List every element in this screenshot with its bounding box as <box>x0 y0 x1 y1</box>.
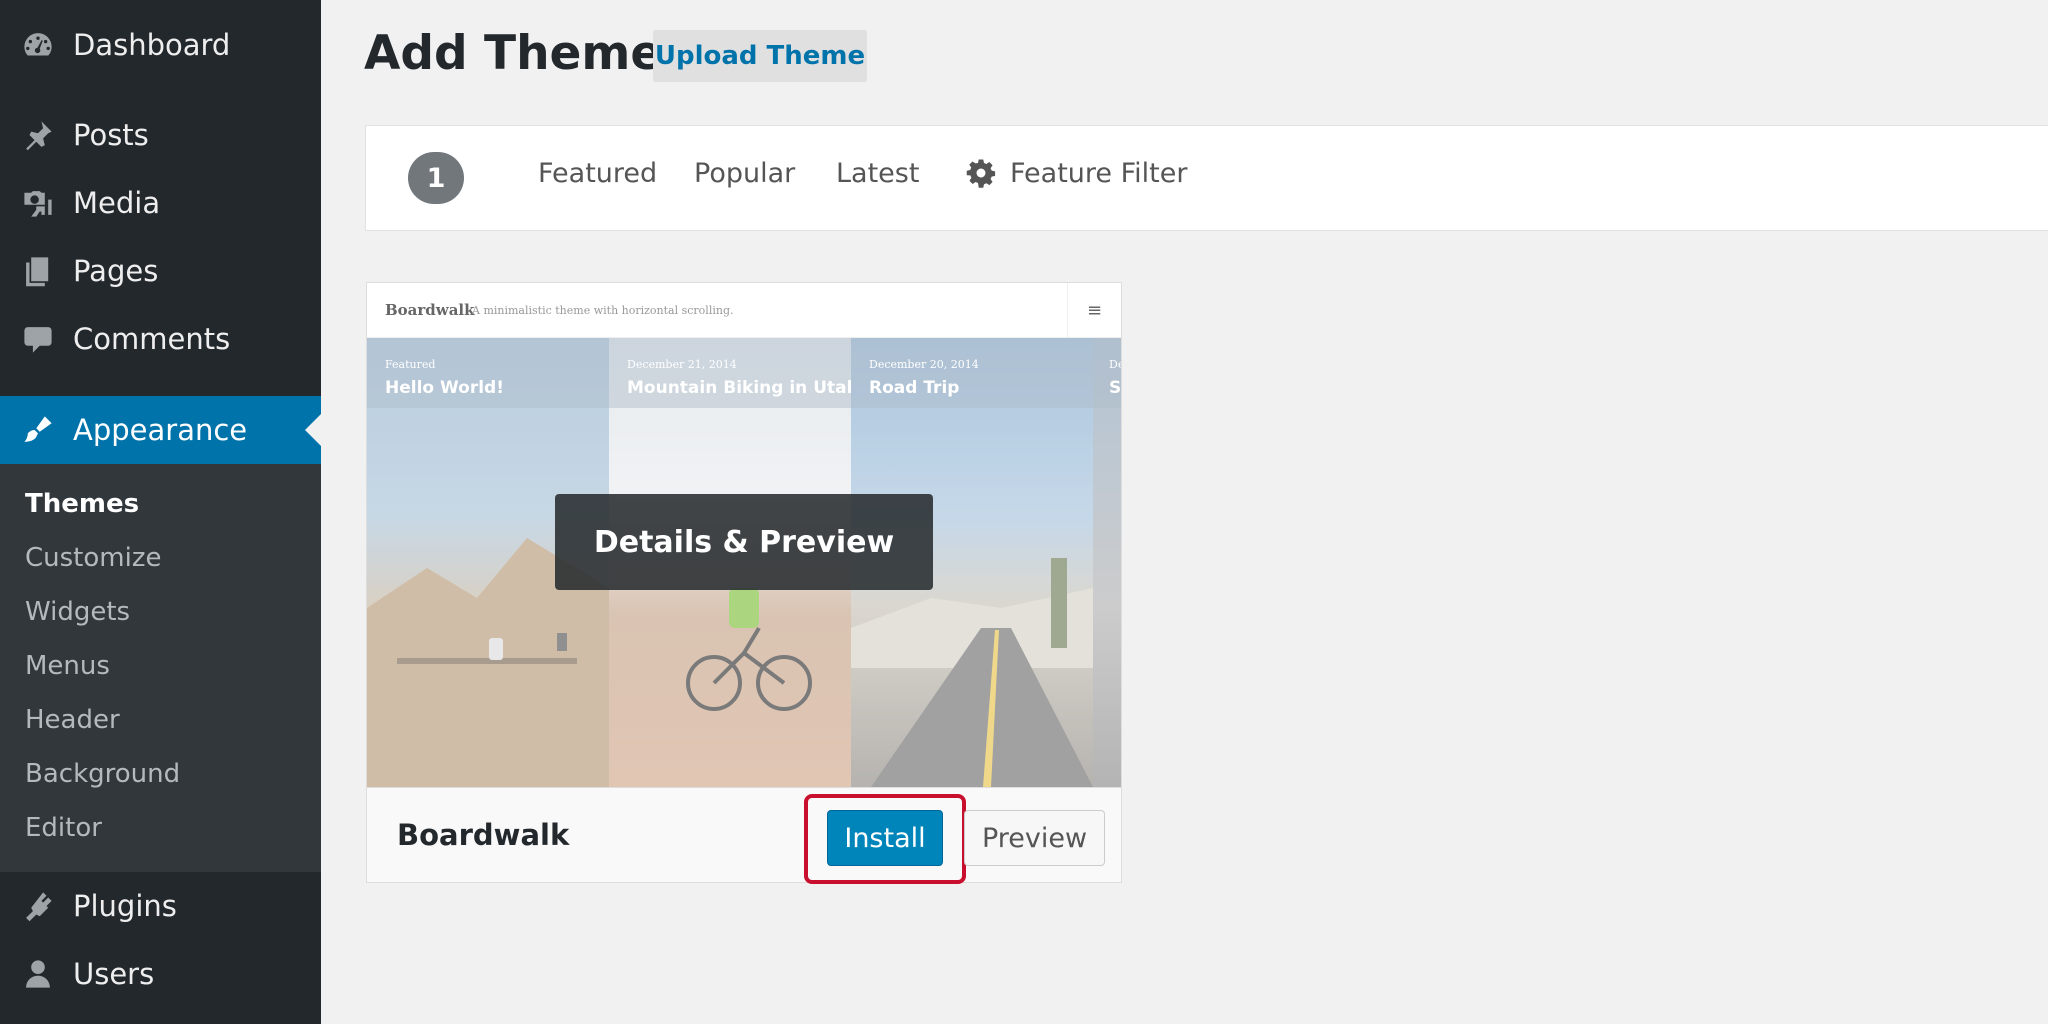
sidebar-item-plugins[interactable]: Plugins <box>0 876 321 936</box>
screenshot-tagline: A minimalistic theme with horizontal scr… <box>472 304 734 317</box>
screenshot-brand: Boardwalk <box>385 301 475 319</box>
submenu-item-themes[interactable]: Themes <box>25 489 139 519</box>
paintbrush-icon <box>20 412 56 448</box>
user-icon <box>20 956 56 992</box>
theme-screenshot[interactable]: Boardwalk A minimalistic theme with hori… <box>367 283 1121 787</box>
theme-name: Boardwalk <box>397 818 570 852</box>
media-icon <box>20 185 56 221</box>
details-preview-button[interactable]: Details & Preview <box>555 494 933 590</box>
appearance-submenu: Themes Customize Widgets Menus Header Ba… <box>0 464 321 872</box>
sidebar-item-label: Dashboard <box>73 28 231 62</box>
submenu-item-header[interactable]: Header <box>25 705 120 735</box>
install-button[interactable]: Install <box>827 810 943 866</box>
submenu-item-editor[interactable]: Editor <box>25 813 102 843</box>
filter-feature-filter[interactable]: Feature Filter <box>1010 158 1187 189</box>
page-title: Add Themes <box>364 26 691 81</box>
sidebar-item-label: Pages <box>73 254 159 288</box>
sidebar-item-label: Comments <box>73 322 231 356</box>
screenshot-header: Boardwalk A minimalistic theme with hori… <box>367 283 1121 338</box>
filter-popular[interactable]: Popular <box>694 158 795 189</box>
sidebar-item-label: Posts <box>73 118 149 152</box>
theme-card-footer: Boardwalk Install Preview <box>367 787 1121 884</box>
sidebar-item-label: Appearance <box>73 413 248 447</box>
sidebar-item-media[interactable]: Media <box>0 173 321 233</box>
comment-icon <box>20 321 56 357</box>
admin-sidebar: Dashboard Posts Media Pages Comments App… <box>0 0 321 1024</box>
theme-card[interactable]: Boardwalk A minimalistic theme with hori… <box>366 282 1122 884</box>
filter-latest[interactable]: Latest <box>836 158 919 189</box>
filter-featured[interactable]: Featured <box>538 158 657 189</box>
sidebar-item-label: Media <box>73 186 161 220</box>
pages-icon <box>20 253 56 289</box>
pushpin-icon <box>20 117 56 153</box>
theme-filter-bar: 1 Featured Popular Latest Feature Filter <box>365 125 2048 231</box>
submenu-item-menus[interactable]: Menus <box>25 651 110 681</box>
submenu-item-background[interactable]: Background <box>25 759 180 789</box>
submenu-item-customize[interactable]: Customize <box>25 543 161 573</box>
sidebar-item-pages[interactable]: Pages <box>0 241 321 301</box>
sidebar-item-label: Users <box>73 957 155 991</box>
sidebar-item-posts[interactable]: Posts <box>0 105 321 165</box>
gear-icon[interactable] <box>966 158 996 188</box>
sidebar-item-dashboard[interactable]: Dashboard <box>0 15 321 75</box>
upload-theme-button[interactable]: Upload Theme <box>653 30 867 82</box>
sidebar-item-appearance[interactable]: Appearance <box>0 396 321 464</box>
theme-count-badge: 1 <box>408 152 464 204</box>
preview-button[interactable]: Preview <box>964 810 1105 866</box>
plug-icon <box>20 888 56 924</box>
current-indicator <box>305 414 321 446</box>
dashboard-icon <box>20 27 56 63</box>
sidebar-item-label: Plugins <box>73 889 177 923</box>
hamburger-icon: ≡ <box>1067 283 1121 338</box>
sidebar-item-comments[interactable]: Comments <box>0 309 321 369</box>
submenu-item-widgets[interactable]: Widgets <box>25 597 130 627</box>
sidebar-item-users[interactable]: Users <box>0 944 321 1004</box>
